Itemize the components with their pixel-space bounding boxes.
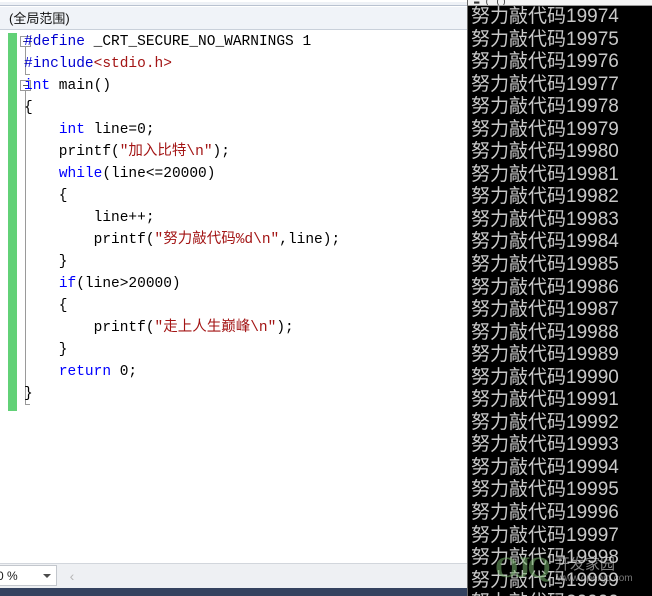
code-line: if(line>20000) [24,273,340,295]
code-token: "走上人生巅峰\n" [154,320,277,336]
console-output-line: 努力敲代码19994 [471,456,619,478]
console-left-border [467,0,468,596]
console-output-line: 努力敲代码19987 [471,299,619,321]
console-output-line: 努力敲代码19991 [471,389,619,411]
code-token: return [58,364,112,380]
code-token: #define [24,34,85,50]
code-line: { [24,185,340,207]
console-output-line: 努力敲代码19980 [471,141,619,163]
zoom-level-dropdown[interactable]: 0 % [0,565,57,586]
code-token: } [24,342,68,358]
code-line: int line=0; [24,119,340,141]
console-output-line: 努力敲代码19985 [471,254,619,276]
console-output-line: 努力敲代码19981 [471,163,619,185]
code-token: if [58,276,77,292]
code-token: printf( [24,320,155,336]
console-output-line: 努力敲代码19983 [471,208,619,230]
code-token: } [24,386,33,402]
navigation-bar: (全局范围) [0,7,467,30]
navigate-backward-button[interactable]: ‹ [62,566,82,586]
code-token: main() [50,78,112,94]
console-output-line: 努力敲代码19986 [471,276,619,298]
code-line: while(line<=20000) [24,163,340,185]
code-token: { [24,298,68,314]
code-line: printf("走上人生巅峰\n"); [24,317,340,339]
code-token: } [24,254,68,270]
console-output-line: 努力敲代码19993 [471,434,619,456]
code-token: int [24,78,51,94]
code-token: ); [212,144,230,160]
console-output-line: 努力敲代码19996 [471,502,619,524]
code-token: printf( [24,232,155,248]
zoom-level-value: 0 % [0,568,18,583]
console-output-line: 努力敲代码19982 [471,186,619,208]
code-token: while [58,166,103,182]
code-token: 0; [111,364,138,380]
code-line: } [24,251,340,273]
ide-top-chrome-strip [0,0,467,6]
code-text[interactable]: #define _CRT_SECURE_NO_WARNINGS 1 #includ… [24,31,340,405]
code-token: (line>20000) [76,276,181,292]
console-output: 努力敲代码19974 努力敲代码19975 努力敲代码19976 努力敲代码19977… [471,6,652,596]
code-token: { [24,188,68,204]
console-output-line: 努力敲代码19995 [471,479,619,501]
console-output-line: 努力敲代码19974 [471,6,619,27]
console-output-line: 努力敲代码19976 [471,51,619,73]
console-window[interactable]: ▬ ( () 努力敲代码19974 努力敲代码19975 努力敲代码19976 努力敲… [467,0,652,596]
code-token: #include [24,56,94,72]
console-output-line: 努力敲代码19998 [471,547,619,569]
code-line: printf("加入比特\n"); [24,141,340,163]
console-output-line: 努力敲代码19992 [471,411,619,433]
code-line: return 0; [24,361,340,383]
code-line: } [24,339,340,361]
console-output-line: 努力敲代码19988 [471,321,619,343]
ide-window: (全局范围) #define _CRT_SECURE_NO_WARNINGS 1… [0,0,467,596]
status-bar: 0 % ‹ [0,563,467,588]
code-token: int [58,122,85,138]
code-line: int main() [24,75,340,97]
code-token: { [24,100,33,116]
console-output-line: 努力敲代码19984 [471,231,619,253]
code-token: line=0; [84,122,155,138]
code-token: printf( [24,144,120,160]
code-line: #define _CRT_SECURE_NO_WARNINGS 1 [24,31,340,53]
code-line: { [24,97,340,119]
code-token: "加入比特\n" [119,144,213,160]
console-output-line: 努力敲代码19990 [471,366,619,388]
console-output-line: 努力敲代码19999 [471,569,619,591]
code-line: line++; [24,207,340,229]
code-line: { [24,295,340,317]
console-output-line: 努力敲代码19979 [471,118,619,140]
code-line: #include<stdio.h> [24,53,340,75]
change-tracking-bar [8,33,17,411]
console-output-line: 努力敲代码19978 [471,96,619,118]
code-line: printf("努力敲代码%d\n",line); [24,229,341,251]
console-output-line: 努力敲代码20000 [471,592,652,596]
chevron-down-icon [43,573,51,578]
taskbar [0,588,467,596]
code-token: <stdio.h> [93,56,172,72]
console-output-line: 努力敲代码19997 [471,524,619,546]
scope-selector[interactable]: (全局范围) [0,12,70,25]
code-token: _CRT_SECURE_NO_WARNINGS 1 [84,34,312,50]
console-output-line: 努力敲代码19977 [471,73,619,95]
code-editor[interactable]: #define _CRT_SECURE_NO_WARNINGS 1 #includ… [0,31,467,563]
code-line: } [24,383,340,405]
console-output-line: 努力敲代码19989 [471,344,619,366]
code-token: "努力敲代码%d\n" [154,232,280,248]
code-token: (line<=20000) [102,166,216,182]
code-token: ,line); [279,232,341,248]
code-token: ); [276,320,294,336]
code-token: line++; [24,210,155,226]
console-output-line: 努力敲代码19975 [471,28,619,50]
